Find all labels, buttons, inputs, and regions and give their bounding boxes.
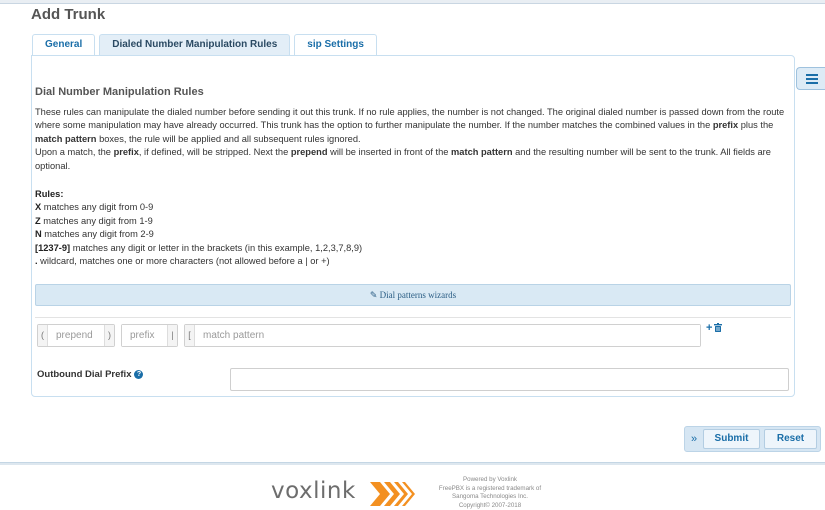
- rule-item: N matches any digit from 2-9: [35, 229, 154, 240]
- action-bar: » Submit Reset: [684, 426, 821, 452]
- tab-bar: General Dialed Number Manipulation Rules…: [32, 34, 381, 55]
- rule-item: Z matches any digit from 1-9: [35, 215, 153, 226]
- footer-divider: [0, 462, 825, 465]
- add-row-icon[interactable]: +: [706, 322, 712, 334]
- voxlink-logo: voxlink: [271, 478, 356, 504]
- prepend-input[interactable]: [48, 325, 104, 346]
- description: These rules can manipulate the dialed nu…: [35, 107, 785, 171]
- prepend-group: ( ): [37, 324, 115, 347]
- rules-heading: Rules:: [35, 189, 64, 199]
- match-pattern-group: [: [184, 324, 701, 347]
- rule-item: X matches any digit from 0-9: [35, 202, 154, 213]
- divider: [35, 317, 791, 318]
- voxlink-logo-mark: [370, 482, 415, 506]
- outbound-dial-prefix-input[interactable]: [230, 368, 789, 391]
- tab-dialed-number-manipulation-rules[interactable]: Dialed Number Manipulation Rules: [99, 34, 291, 55]
- rule-item: . wildcard, matches one or more characte…: [35, 256, 330, 267]
- tab-general[interactable]: General: [32, 34, 96, 55]
- rules-list: Rules: X matches any digit from 0-9 Z ma…: [35, 188, 362, 268]
- tab-sip-settings[interactable]: sip Settings: [294, 34, 377, 55]
- pattern-row-actions: +: [706, 322, 723, 334]
- footer-info: Powered by Voxlink FreePBX is a register…: [438, 476, 542, 509]
- prefix-input[interactable]: [122, 325, 167, 346]
- top-nav-strip: [0, 0, 825, 4]
- dial-patterns-wizard-button[interactable]: ✎ Dial patterns wizards: [35, 284, 791, 306]
- trash-icon[interactable]: [714, 323, 723, 332]
- page-title: Add Trunk: [31, 6, 106, 23]
- prefix-group: |: [121, 324, 178, 347]
- match-pattern-input[interactable]: [195, 325, 700, 346]
- sidebar-toggle-button[interactable]: [796, 67, 825, 90]
- pencil-icon: ✎: [369, 291, 378, 301]
- wizard-label: Dial patterns wizards: [379, 290, 457, 300]
- outbound-dial-prefix-label: Outbound Dial Prefix?: [37, 369, 144, 380]
- chevron-right-icon[interactable]: »: [691, 427, 697, 451]
- rule-item: [1237-9] matches any digit or letter in …: [35, 242, 363, 253]
- help-icon[interactable]: ?: [134, 369, 144, 379]
- submit-button[interactable]: Submit: [703, 429, 760, 449]
- section-heading: Dial Number Manipulation Rules: [35, 86, 204, 98]
- reset-button[interactable]: Reset: [764, 429, 817, 449]
- list-icon: [806, 74, 818, 76]
